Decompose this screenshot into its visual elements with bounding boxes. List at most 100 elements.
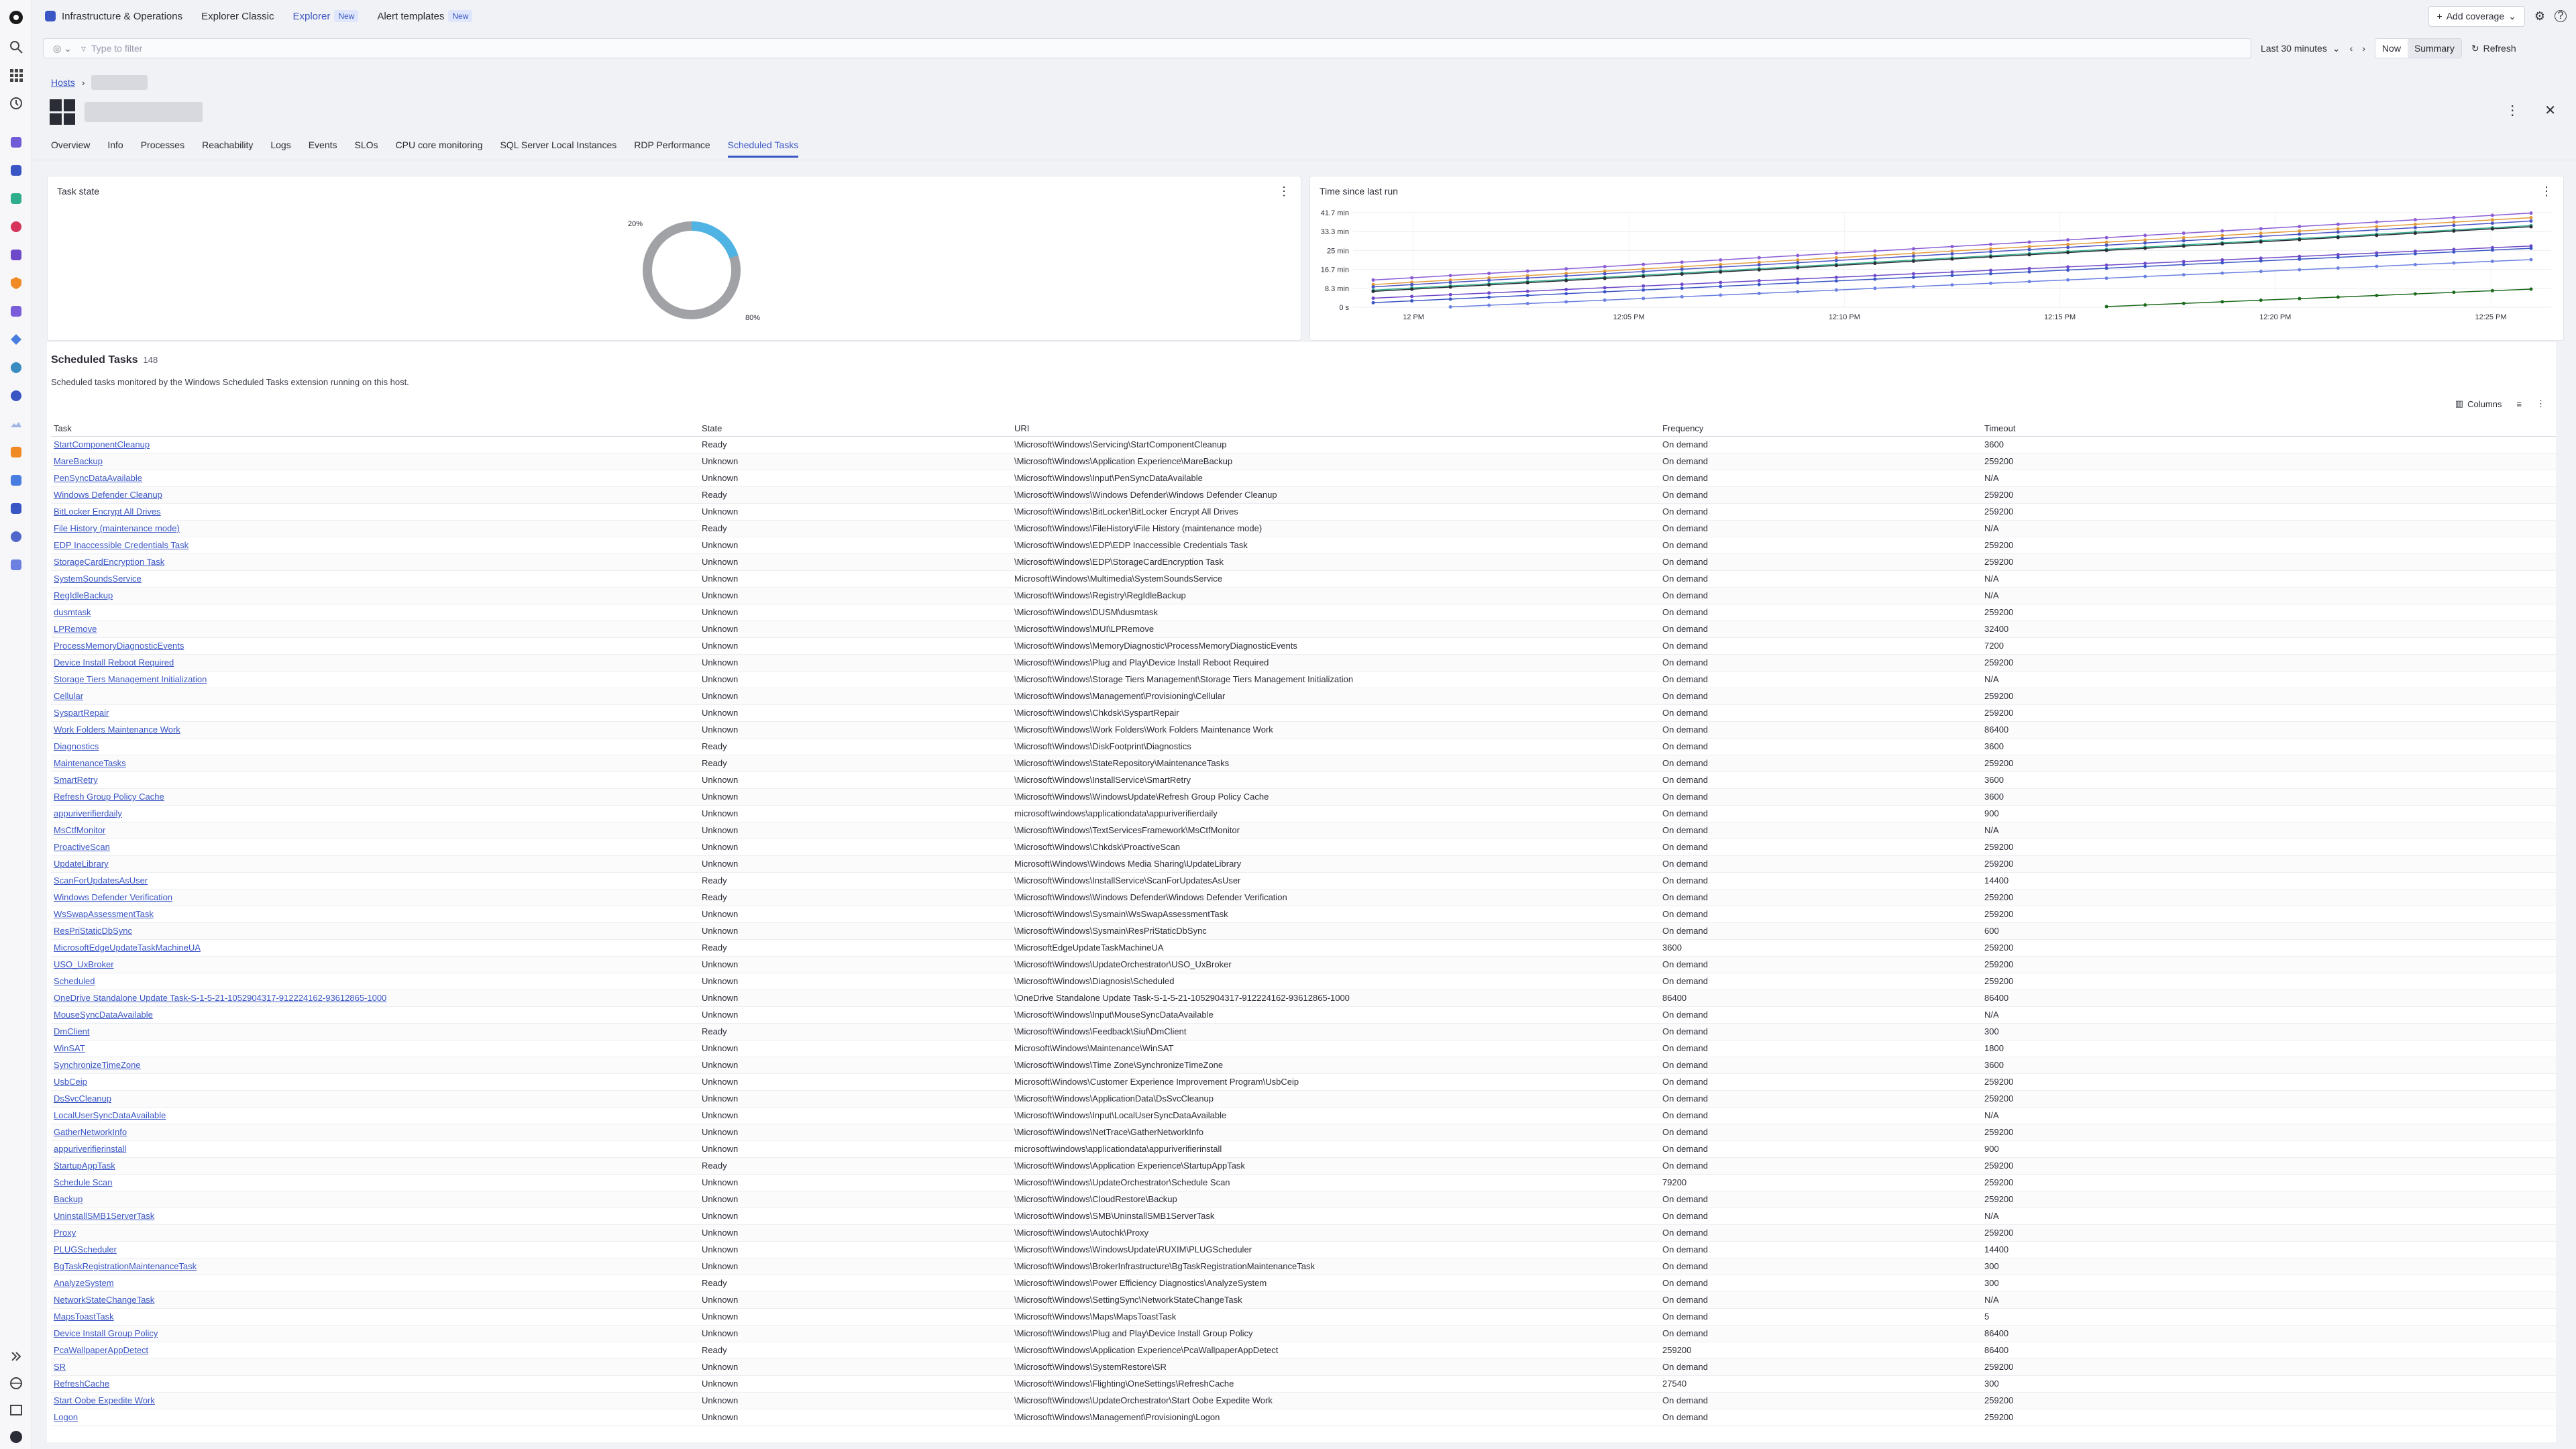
data-point[interactable] [2298,257,2302,261]
data-point[interactable] [1448,280,1452,284]
task-link[interactable]: USO_UxBroker [54,959,114,969]
data-point[interactable] [1950,245,1954,249]
data-point[interactable] [2104,243,2108,247]
table-row[interactable]: MicrosoftEdgeUpdateTaskMachineUA Ready \Mi… [51,939,2556,957]
table-row[interactable]: RefreshCache Unknown \Microsoft\Windows\Fl… [51,1375,2556,1393]
data-point[interactable] [2182,262,2186,266]
app-icon-1[interactable] [8,134,24,150]
data-point[interactable] [1989,272,1993,276]
data-point[interactable] [1410,299,1414,303]
data-point[interactable] [1911,275,1915,279]
inbox-icon[interactable] [8,1402,24,1418]
tab-scheduled-tasks[interactable]: Scheduled Tasks [727,140,799,158]
data-point[interactable] [2413,292,2417,296]
data-point[interactable] [2375,228,2379,232]
task-link[interactable]: RefreshCache [54,1379,109,1389]
data-point[interactable] [1642,262,1646,266]
data-point[interactable] [2375,233,2379,237]
data-point[interactable] [2490,260,2494,264]
data-point[interactable] [2452,229,2456,233]
data-point[interactable] [1525,293,1529,297]
task-link[interactable]: ProcessMemoryDiagnosticEvents [54,641,184,651]
tab-events[interactable]: Events [309,140,337,158]
data-point[interactable] [1487,291,1491,295]
task-link[interactable]: Work Folders Maintenance Work [54,724,180,735]
tab-slos[interactable]: SLOs [355,140,378,158]
data-point[interactable] [2066,246,2070,250]
data-point[interactable] [1873,286,1877,290]
table-row[interactable]: File History (maintenance mode) Ready \Mic… [51,520,2556,537]
data-point[interactable] [2529,258,2533,262]
data-point[interactable] [1873,277,1877,281]
data-point[interactable] [2336,227,2340,231]
data-point[interactable] [2066,238,2070,242]
data-point[interactable] [2143,303,2147,307]
data-point[interactable] [1487,278,1491,282]
apps-grid-icon[interactable] [8,67,24,83]
data-point[interactable] [2259,227,2263,231]
data-point[interactable] [2182,301,2186,305]
data-point[interactable] [2413,231,2417,235]
more-options-icon[interactable]: ⋮ [2506,102,2519,119]
task-link[interactable]: Refresh Group Policy Cache [54,792,164,802]
data-point[interactable] [1603,286,1607,290]
data-point[interactable] [1371,285,1375,289]
data-point[interactable] [2529,215,2533,219]
data-point[interactable] [1911,259,1915,263]
task-link[interactable]: Schedule Scan [54,1177,112,1187]
task-link[interactable]: WsSwapAssessmentTask [54,909,154,919]
data-point[interactable] [1603,272,1607,276]
data-point[interactable] [1680,260,1684,264]
data-point[interactable] [2066,242,2070,246]
data-point[interactable] [2413,222,2417,226]
task-link[interactable]: SR [54,1362,66,1372]
data-point[interactable] [2182,235,2186,239]
task-link[interactable]: StartupAppTask [54,1161,115,1171]
table-row[interactable]: Logon Unknown \Microsoft\Windows\Managemen… [51,1409,2556,1426]
data-point[interactable] [1834,288,1838,292]
user-avatar-icon[interactable] [8,1429,24,1445]
table-row[interactable]: ProcessMemoryDiagnosticEvents Unknown \Mic… [51,637,2556,655]
tile-menu-icon[interactable]: ⋮ [2540,184,2553,199]
task-link[interactable]: MsCtfMonitor [54,825,105,835]
task-link[interactable]: StartComponentCleanup [54,439,150,449]
data-point[interactable] [2336,266,2340,270]
table-row[interactable]: SyspartRepair Unknown \Microsoft\Windows\C… [51,704,2556,722]
task-link[interactable]: UsbCeip [54,1077,87,1087]
tile-menu-icon[interactable]: ⋮ [1278,184,1290,199]
task-link[interactable]: UpdateLibrary [54,859,109,869]
table-row[interactable]: Schedule Scan Unknown \Microsoft\Windows\U… [51,1174,2556,1191]
data-point[interactable] [2298,237,2302,241]
data-point[interactable] [1448,305,1452,309]
task-link[interactable]: Backup [54,1194,83,1204]
data-point[interactable] [2413,252,2417,256]
table-row[interactable]: ProactiveScan Unknown \Microsoft\Windows\C… [51,839,2556,856]
data-point[interactable] [2259,231,2263,235]
data-point[interactable] [2336,222,2340,226]
app-icon-14[interactable] [8,500,24,517]
table-row[interactable]: PLUGScheduler Unknown \Microsoft\Windows\W… [51,1241,2556,1258]
table-row[interactable]: EDP Inaccessible Credentials Task Unknown… [51,537,2556,554]
data-point[interactable] [2143,238,2147,242]
close-icon[interactable]: ✕ [2544,102,2556,119]
data-point[interactable] [2490,218,2494,222]
data-point[interactable] [2490,248,2494,252]
task-link[interactable]: ResPriStaticDbSync [54,926,132,936]
data-point[interactable] [1796,254,1800,258]
task-link[interactable]: Device Install Group Policy [54,1328,158,1338]
table-row[interactable]: DmClient Ready \Microsoft\Windows\Feedback… [51,1023,2556,1040]
task-link[interactable]: Scheduled [54,976,95,986]
task-link[interactable]: Start Oobe Expedite Work [54,1395,155,1405]
data-point[interactable] [1525,269,1529,273]
table-row[interactable]: RegIdleBackup Unknown \Microsoft\Windows\R… [51,587,2556,604]
task-link[interactable]: NetworkStateChangeTask [54,1295,154,1305]
data-point[interactable] [2259,270,2263,274]
task-link[interactable]: ProactiveScan [54,842,110,852]
data-point[interactable] [1487,283,1491,287]
data-point[interactable] [2490,213,2494,217]
app-icon-12[interactable] [8,444,24,460]
data-point[interactable] [1680,286,1684,290]
data-point[interactable] [2452,223,2456,227]
data-point[interactable] [1719,258,1723,262]
data-point[interactable] [1603,264,1607,268]
